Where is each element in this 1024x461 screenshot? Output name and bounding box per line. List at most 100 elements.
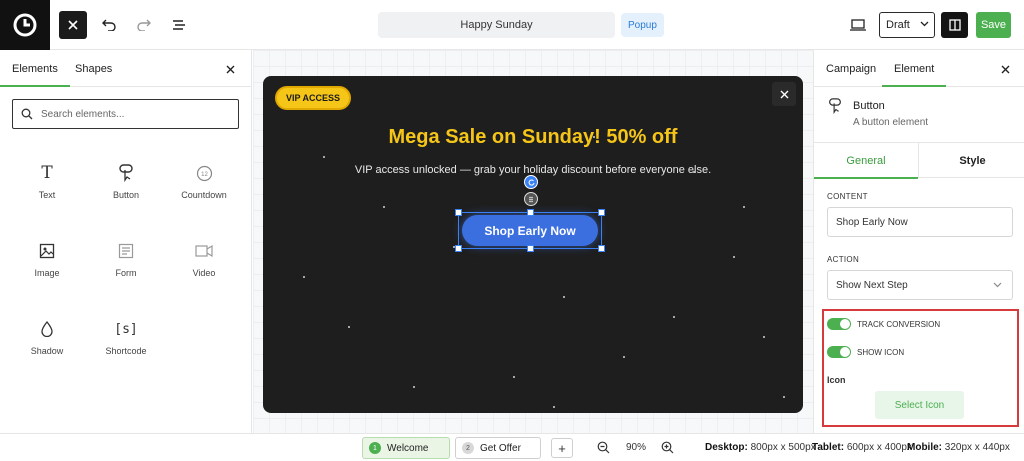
search-input[interactable]	[41, 108, 221, 120]
action-select[interactable]: Show Next Step	[827, 270, 1013, 300]
element-type-description: A button element	[853, 117, 929, 128]
star-dot	[763, 336, 765, 338]
element-text[interactable]: T Text	[12, 162, 82, 212]
desktop-dimensions: Desktop: 800px x 500px	[705, 442, 816, 453]
popup-type-badge: Popup	[621, 13, 664, 37]
elements-panel: Elements Shapes T Text Button 12 Countdo…	[0, 50, 252, 433]
element-shortcode[interactable]: [s] Shortcode	[91, 318, 161, 368]
element-form[interactable]: Form	[91, 240, 161, 290]
countdown-icon-glyph: 12	[201, 172, 208, 178]
shadow-icon	[41, 318, 53, 340]
close-editor-button[interactable]	[59, 11, 87, 39]
star-dot	[553, 406, 555, 408]
tab-elements[interactable]: Elements	[0, 63, 70, 87]
content-input[interactable]: Shop Early Now	[827, 207, 1013, 237]
redo-button[interactable]	[131, 12, 157, 38]
redo-icon	[137, 19, 151, 31]
list-icon	[173, 20, 185, 30]
panel-toggle-button[interactable]	[941, 12, 968, 38]
star-dot	[513, 376, 515, 378]
shortcode-icon: [s]	[114, 321, 138, 337]
star-dot	[623, 356, 625, 358]
star-dot	[743, 206, 745, 208]
form-icon	[118, 240, 134, 262]
close-icon	[226, 65, 234, 73]
tab-shapes[interactable]: Shapes	[75, 63, 112, 75]
undo-icon	[102, 19, 116, 31]
popup-subheadline[interactable]: VIP access unlocked — grab your holiday …	[263, 164, 803, 176]
action-label: ACTION	[827, 255, 860, 264]
element-image[interactable]: Image	[12, 240, 82, 290]
step-tab-welcome[interactable]: 1 Welcome	[362, 437, 450, 459]
element-label: Video	[192, 268, 216, 278]
laptop-icon	[850, 19, 866, 31]
resize-handle[interactable]	[455, 209, 462, 216]
close-icon	[68, 20, 78, 30]
element-label: Form	[115, 268, 137, 278]
selected-element-frame[interactable]: Shop Early Now	[455, 209, 605, 252]
popup-close-button[interactable]	[772, 82, 796, 106]
step-number: 1	[369, 442, 381, 454]
countdown-icon: 12	[196, 162, 213, 184]
tab-general[interactable]: General	[814, 143, 919, 179]
left-panel-close-button[interactable]	[223, 62, 237, 76]
star-dot	[413, 386, 415, 388]
top-toolbar: Happy Sunday Popup Draft Save	[0, 0, 1024, 50]
undo-button[interactable]	[96, 12, 122, 38]
mobile-dimensions: Mobile: 320px x 440px	[907, 442, 1010, 453]
resize-handle[interactable]	[598, 209, 605, 216]
status-select-value: Draft	[886, 19, 910, 31]
add-step-button[interactable]: +	[551, 438, 573, 458]
star-dot	[673, 316, 675, 318]
app-logo[interactable]	[0, 0, 50, 50]
close-icon	[780, 90, 788, 98]
move-handle[interactable]	[524, 192, 538, 206]
star-dot	[733, 256, 735, 258]
editor-canvas[interactable]: VIP ACCESS Mega Sale on Sunday! 50% off …	[253, 50, 813, 433]
save-button[interactable]: Save	[976, 12, 1011, 38]
tablet-dimensions: Tablet: 600px x 400px	[812, 442, 912, 453]
chevron-down-icon	[920, 21, 929, 27]
element-shadow[interactable]: Shadow	[12, 318, 82, 368]
element-button[interactable]: Button	[91, 162, 161, 212]
zoom-in-button[interactable]	[660, 440, 674, 454]
star-dot	[383, 206, 385, 208]
tab-campaign[interactable]: Campaign	[826, 63, 876, 75]
step-number: 2	[462, 442, 474, 454]
annotation-highlight	[822, 309, 1019, 427]
popup-preview[interactable]: VIP ACCESS Mega Sale on Sunday! 50% off …	[263, 76, 803, 413]
star-dot	[323, 156, 325, 158]
layers-button[interactable]	[166, 12, 192, 38]
element-label: Shadow	[30, 346, 64, 356]
image-icon	[39, 240, 55, 262]
device-preview-button[interactable]	[846, 13, 870, 37]
element-video[interactable]: Video	[169, 240, 239, 290]
vip-access-badge[interactable]: VIP ACCESS	[275, 86, 352, 110]
settings-tabs: General Style	[814, 142, 1024, 179]
element-label: Text	[38, 190, 56, 200]
resize-handle[interactable]	[598, 245, 605, 252]
element-countdown[interactable]: 12 Countdown	[169, 162, 239, 212]
star-dot	[303, 276, 305, 278]
tab-element[interactable]: Element	[881, 63, 947, 87]
status-select[interactable]: Draft	[879, 12, 935, 38]
resize-handle[interactable]	[527, 245, 534, 252]
sidebar-icon	[948, 19, 961, 31]
popup-title-field[interactable]: Happy Sunday	[378, 12, 615, 38]
zoom-level: 90%	[626, 442, 647, 453]
element-search[interactable]	[12, 99, 239, 129]
step-tab-get-offer[interactable]: 2 Get Offer	[455, 437, 541, 459]
cta-button[interactable]: Shop Early Now	[462, 215, 598, 246]
right-panel-close-button[interactable]	[998, 62, 1012, 76]
button-icon	[118, 162, 134, 184]
popup-headline[interactable]: Mega Sale on Sunday! 50% off	[263, 126, 803, 149]
search-icon	[21, 108, 33, 120]
rotate-handle[interactable]	[524, 175, 538, 189]
resize-handle[interactable]	[455, 245, 462, 252]
video-icon	[195, 240, 213, 262]
element-label: Shortcode	[105, 346, 147, 356]
resize-handle[interactable]	[527, 209, 534, 216]
zoom-out-button[interactable]	[596, 440, 610, 454]
step-label: Get Offer	[480, 442, 521, 454]
tab-style[interactable]: Style	[920, 143, 1024, 178]
